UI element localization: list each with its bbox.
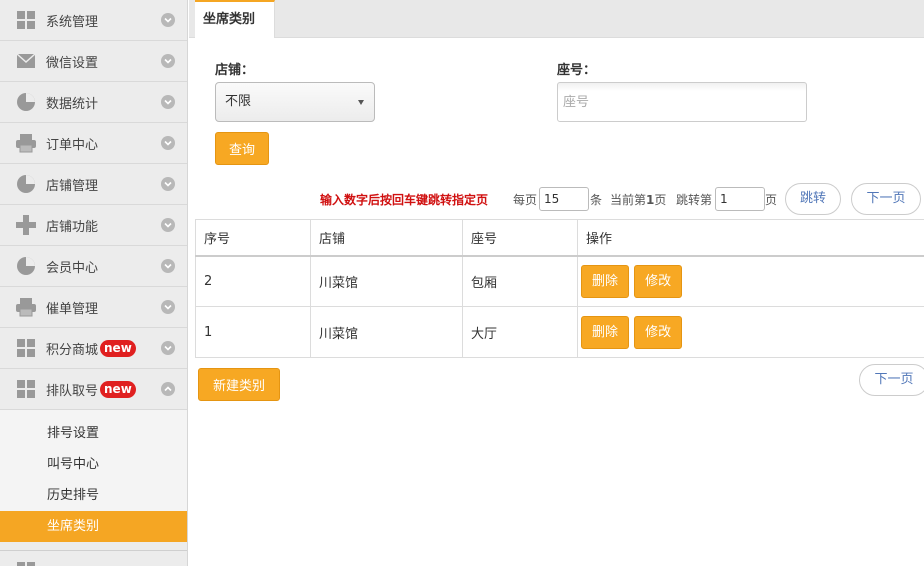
- menu-label: 店铺功能: [46, 219, 99, 235]
- chevron-down-icon: [161, 259, 175, 273]
- menu-label: 会员中心: [46, 260, 99, 276]
- store-select[interactable]: 不限: [215, 82, 375, 122]
- pie-chart-icon: [15, 173, 37, 195]
- menu-label: 催单管理: [46, 301, 99, 317]
- chevron-up-icon: [161, 382, 175, 396]
- main-content: 坐席类别 店铺： 不限 座号： 查询 输入数字后按回车键跳转指定页 每页 条 当…: [189, 0, 924, 566]
- grid-icon: [15, 337, 37, 359]
- menu-label: 排队取号: [46, 383, 99, 399]
- chevron-down-icon: [161, 54, 175, 68]
- mail-icon: [15, 50, 37, 72]
- printer-icon: [15, 296, 37, 318]
- column-header-id: 序号: [195, 219, 311, 257]
- chevron-down-icon: [161, 136, 175, 150]
- caret-down-icon: [358, 100, 364, 105]
- menu-item-reminders[interactable]: 催单管理: [0, 287, 187, 328]
- cell-store: 川菜馆: [310, 255, 463, 307]
- menu-item-orders[interactable]: 订单中心: [0, 123, 187, 164]
- current-suffix: 页: [654, 193, 667, 207]
- menu-item-queue[interactable]: 排队取号 new: [0, 369, 187, 410]
- cell-store: 川菜馆: [310, 306, 463, 358]
- chevron-down-icon: [161, 95, 175, 109]
- pager-hint: 输入数字后按回车键跳转指定页: [320, 193, 489, 207]
- menu-label: 微信设置: [46, 55, 99, 71]
- submenu-item-seat-category[interactable]: 坐席类别: [0, 511, 187, 542]
- new-badge: new: [100, 380, 136, 398]
- seat-category-table: 序号 店铺 座号 操作 2 川菜馆 包厢 删除 修改 1 川菜馆 大厅 删除 修…: [195, 219, 924, 358]
- menu-item-store-functions[interactable]: 店铺功能: [0, 205, 187, 246]
- edit-button[interactable]: 修改: [634, 315, 683, 349]
- cell-seat: 大厅: [462, 306, 578, 358]
- tab-seat-category[interactable]: 坐席类别: [195, 0, 275, 38]
- store-label: 店铺：: [215, 63, 255, 78]
- pie-chart-icon: [15, 255, 37, 277]
- cell-actions: 删除 修改: [577, 255, 924, 307]
- chevron-down-icon: [161, 13, 175, 27]
- menu-item-stats[interactable]: 数据统计: [0, 82, 187, 123]
- current-prefix: 当前第: [610, 193, 647, 207]
- plus-icon: [15, 214, 37, 236]
- pager: 输入数字后按回车键跳转指定页 每页 条 当前第1页 跳转第 页 跳转 下一页: [189, 183, 924, 215]
- queue-submenu: 排号设置 叫号中心 历史排号 坐席类别: [0, 410, 187, 542]
- tab-bar: 坐席类别: [189, 0, 924, 38]
- current-page-text: 当前第1页: [610, 191, 666, 208]
- edit-button[interactable]: 修改: [634, 264, 683, 298]
- delete-button[interactable]: 删除: [581, 315, 630, 349]
- per-page-prefix: 每页: [513, 193, 538, 207]
- per-page-suffix: 条: [590, 193, 603, 207]
- cell-actions: 删除 修改: [577, 306, 924, 358]
- cell-seat: 包厢: [462, 255, 578, 307]
- table-header-row: 序号 店铺 座号 操作: [195, 219, 924, 257]
- grid-icon: [15, 378, 37, 400]
- jump-page-input[interactable]: [715, 187, 765, 211]
- submenu-item-queue-history[interactable]: 历史排号: [0, 480, 187, 511]
- grid-icon: [15, 560, 37, 566]
- menu-label: 数据统计: [46, 96, 99, 112]
- chevron-down-icon: [161, 300, 175, 314]
- query-button[interactable]: 查询: [215, 132, 269, 165]
- menu-item-members[interactable]: 会员中心: [0, 246, 187, 287]
- next-page-button[interactable]: 下一页: [851, 183, 921, 215]
- delete-button[interactable]: 删除: [581, 264, 630, 298]
- new-badge: new: [100, 339, 136, 357]
- store-select-value: 不限: [225, 94, 252, 109]
- chevron-down-icon: [161, 177, 175, 191]
- chevron-down-icon: [161, 218, 175, 232]
- menu-item-wechat[interactable]: 微信设置: [0, 41, 187, 82]
- pie-chart-icon: [15, 91, 37, 113]
- sidebar: 系统管理 微信设置 数据统计 订单中心 店铺管理 店铺功能 会员中心 催单管理 …: [0, 0, 188, 566]
- seat-label: 座号：: [557, 63, 597, 78]
- bottom-next-page-button[interactable]: 下一页: [859, 364, 924, 396]
- cell-id: 2: [195, 255, 311, 307]
- menu-item-system[interactable]: 系统管理: [0, 0, 187, 41]
- column-header-actions: 操作: [577, 219, 924, 257]
- printer-icon: [15, 132, 37, 154]
- chevron-down-icon: [161, 341, 175, 355]
- per-page-input[interactable]: [539, 187, 589, 211]
- submenu-item-queue-settings[interactable]: 排号设置: [0, 418, 187, 449]
- menu-label: 订单中心: [46, 137, 99, 153]
- menu-item-store-manage[interactable]: 店铺管理: [0, 164, 187, 205]
- grid-icon: [15, 9, 37, 31]
- menu-label: 店铺管理: [46, 178, 99, 194]
- table-row: 1 川菜馆 大厅 删除 修改: [195, 306, 924, 358]
- cell-id: 1: [195, 306, 311, 358]
- menu-item-more[interactable]: [0, 550, 187, 566]
- column-header-seat: 座号: [462, 219, 578, 257]
- table-row: 2 川菜馆 包厢 删除 修改: [195, 255, 924, 307]
- menu-label: 积分商城: [46, 342, 99, 358]
- seat-input[interactable]: [557, 82, 807, 122]
- column-header-store: 店铺: [310, 219, 463, 257]
- menu-item-points-mall[interactable]: 积分商城 new: [0, 328, 187, 369]
- jump-prefix: 跳转第: [676, 193, 713, 207]
- jump-suffix: 页: [765, 193, 778, 207]
- new-category-button[interactable]: 新建类别: [198, 368, 280, 401]
- submenu-item-call-center[interactable]: 叫号中心: [0, 449, 187, 480]
- jump-button[interactable]: 跳转: [785, 183, 841, 215]
- menu-label: 系统管理: [46, 14, 99, 30]
